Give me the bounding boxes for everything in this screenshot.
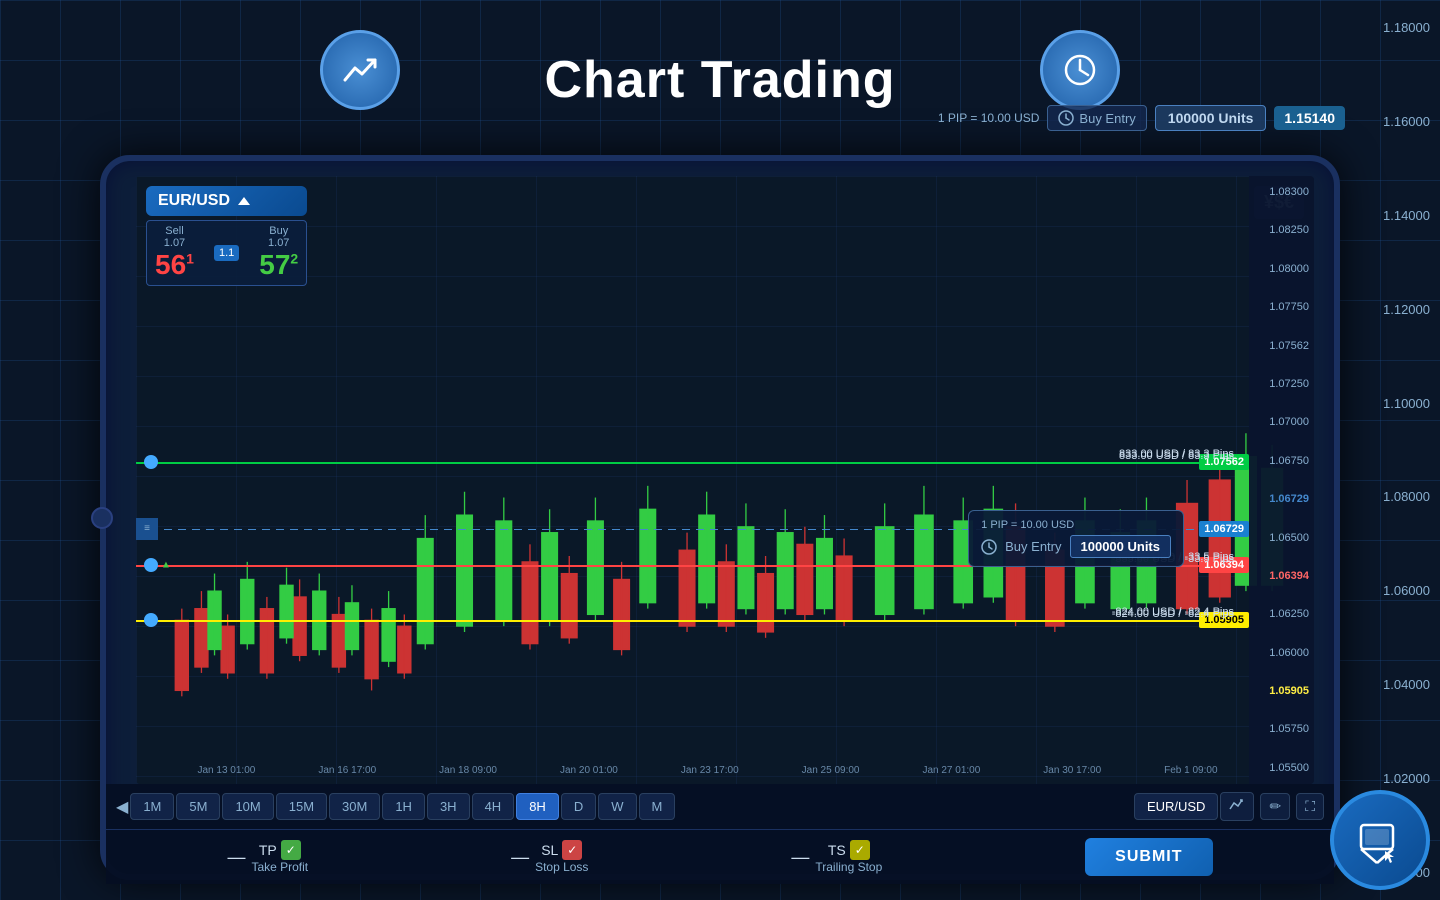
ts-full-label: Trailing Stop: [815, 860, 882, 874]
tf-w[interactable]: W: [598, 793, 636, 820]
tf-5m[interactable]: 5M: [176, 793, 220, 820]
sl-full-label: Stop Loss: [535, 860, 588, 874]
take-profit-line[interactable]: [136, 462, 1249, 464]
tf-8h[interactable]: 8H: [516, 793, 559, 820]
sl-control: — SL ✓ Stop Loss: [511, 840, 588, 874]
time-axis: Jan 13 01:00 Jan 16 17:00 Jan 18 09:00 J…: [166, 756, 1249, 784]
tp-label: TP: [259, 842, 277, 858]
symbol-badge[interactable]: EUR/USD: [146, 186, 307, 216]
sl-line-dot: [144, 558, 158, 572]
tp-full-label: Take Profit: [251, 860, 308, 874]
buy-entry-badge: Buy Entry: [1047, 105, 1146, 131]
chart-price-scale: 1.08300 1.08250 1.08000 1.07750 1.07562 …: [1249, 176, 1314, 784]
price-display: Sell 1.07 561 1.1 Buy 1.07 572: [146, 220, 307, 286]
price-label-3: 1.14000: [1360, 208, 1430, 223]
sell-label: Sell: [155, 225, 194, 237]
price-label-6: 1.08000: [1360, 489, 1430, 504]
sl-checkbox[interactable]: ✓: [562, 840, 582, 860]
tf-4h[interactable]: 4H: [472, 793, 515, 820]
tf-1h[interactable]: 1H: [382, 793, 425, 820]
sell-price-small: 1.07: [155, 237, 194, 249]
chart-header: EUR/USD Sell 1.07 561 1.1 Buy 1.07 572: [146, 186, 307, 286]
chart-area: EUR/USD Sell 1.07 561 1.1 Buy 1.07 572: [136, 176, 1314, 784]
tf-15m[interactable]: 15M: [276, 793, 327, 820]
order-bar: — TP ✓ Take Profit — SL ✓ Stop Loss: [106, 829, 1334, 884]
tp-control: — TP ✓ Take Profit: [227, 840, 308, 874]
top-bar: 1 PIP = 10.00 USD Buy Entry 100000 Units…: [938, 105, 1345, 131]
buy-price-small: 1.07: [259, 237, 298, 249]
clock-icon-button[interactable]: [1040, 30, 1120, 110]
buy-entry-popup: 1 PIP = 10.00 USD Buy Entry 100000 Units: [968, 510, 1184, 567]
bottom-controls: ◀ 1M 5M 10M 15M 30M 1H 3H 4H 8H D W M EU…: [106, 784, 1334, 874]
tf-d[interactable]: D: [561, 793, 596, 820]
header: Chart Trading: [0, 0, 1440, 160]
ts-label: TS: [828, 842, 846, 858]
price-label-4: 1.12000: [1360, 302, 1430, 317]
tf-10m[interactable]: 10M: [222, 793, 273, 820]
current-price-top: 1.15140: [1274, 106, 1345, 130]
spread-badge: 1.1: [214, 245, 239, 261]
buy-label: Buy: [259, 225, 298, 237]
sell-price-main: 561: [155, 249, 194, 281]
price-label-9: 1.02000: [1360, 771, 1430, 786]
chart-tools: ✏ ⛶: [1220, 792, 1324, 821]
buy-price-display: Buy 1.07 572: [259, 225, 298, 281]
sl-label: SL: [541, 842, 558, 858]
tablet-frame: EUR/USD Sell 1.07 561 1.1 Buy 1.07 572: [100, 155, 1340, 880]
price-label-5: 1.10000: [1360, 396, 1430, 411]
candlestick-chart: [136, 176, 1314, 784]
yellow-line-annotation: -824.00 USD / -82.4 Pips: [1112, 606, 1234, 618]
timeframe-bar: ◀ 1M 5M 10M 15M 30M 1H 3H 4H 8H D W M EU…: [106, 784, 1334, 829]
trailing-stop-line[interactable]: [136, 620, 1249, 622]
tp-checkbox[interactable]: ✓: [281, 840, 301, 860]
tablet-home-button[interactable]: [91, 507, 113, 529]
tp-line-dot: [144, 455, 158, 469]
symbol-name: EUR/USD: [158, 192, 230, 210]
sell-price-display: Sell 1.07 561: [155, 225, 194, 281]
ts-line-dot: [144, 613, 158, 627]
tf-1m[interactable]: 1M: [130, 793, 174, 820]
ts-checkbox[interactable]: ✓: [850, 840, 870, 860]
price-label-7: 1.06000: [1360, 583, 1430, 598]
buy-price-main: 572: [259, 249, 298, 281]
help-icon-button[interactable]: [1330, 790, 1430, 890]
units-badge-top[interactable]: 100000 Units: [1155, 105, 1267, 131]
popup-pip-info: 1 PIP = 10.00 USD: [981, 519, 1171, 531]
timeframe-back-arrow[interactable]: ◀: [116, 797, 128, 817]
symbol-dropdown-arrow: [238, 197, 250, 205]
pip-info-top: 1 PIP = 10.00 USD: [938, 111, 1040, 125]
sl-arrow: ▲: [161, 560, 171, 571]
page-title: Chart Trading: [544, 50, 895, 110]
entry-line-marker: ≡: [136, 518, 158, 540]
popup-entry-line: Buy Entry 100000 Units: [981, 535, 1171, 558]
fullscreen-button[interactable]: ⛶: [1296, 793, 1324, 820]
tf-30m[interactable]: 30M: [329, 793, 380, 820]
entry-price-label: 1.06729: [1199, 521, 1249, 537]
trending-icon-button[interactable]: [320, 30, 400, 110]
popup-units[interactable]: 100000 Units: [1070, 535, 1172, 558]
symbol-display: EUR/USD: [1134, 793, 1219, 820]
price-label-8: 1.04000: [1360, 677, 1430, 692]
ts-control: — TS ✓ Trailing Stop: [791, 840, 882, 874]
submit-button[interactable]: SUBMIT: [1085, 838, 1212, 876]
chart-type-button[interactable]: [1220, 792, 1254, 821]
tf-m[interactable]: M: [639, 793, 676, 820]
popup-entry-label: Buy Entry: [1005, 539, 1061, 554]
tf-3h[interactable]: 3H: [427, 793, 470, 820]
draw-tool-button[interactable]: ✏: [1260, 793, 1290, 820]
green-line-annotation: 833.00 USD / 83.3 Pips: [1119, 448, 1234, 460]
buy-entry-label-top: Buy Entry: [1079, 111, 1135, 126]
